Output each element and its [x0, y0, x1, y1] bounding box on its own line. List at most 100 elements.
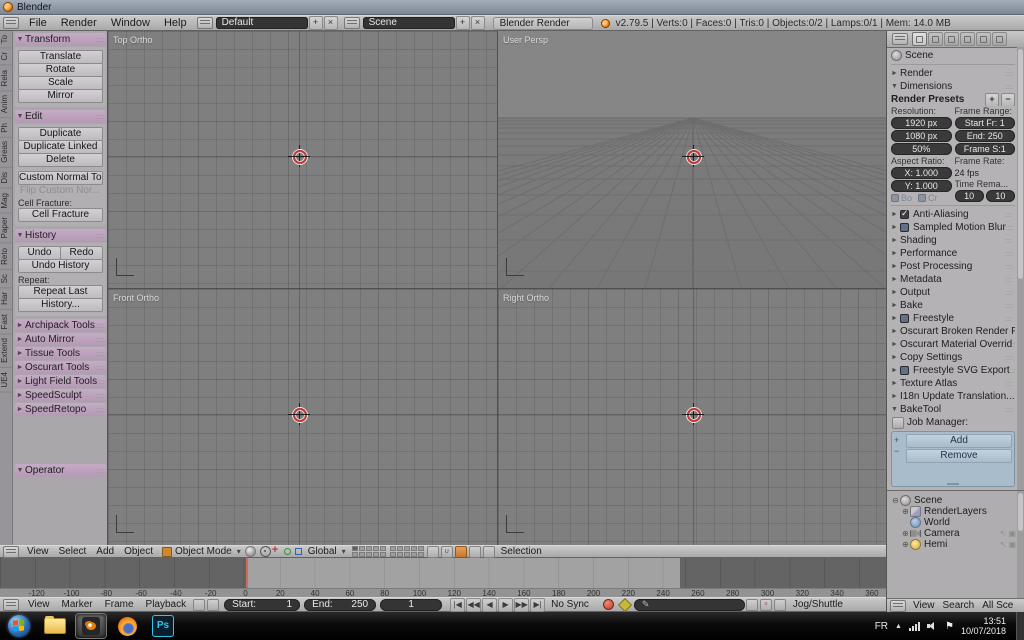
- resolution-y-field[interactable]: 1080 px: [891, 130, 952, 142]
- panel-grip-icon[interactable]: [96, 111, 106, 122]
- aspect-x-field[interactable]: X: 1.000: [891, 167, 952, 179]
- expander-icon[interactable]: ⊕: [901, 529, 910, 538]
- panel-grip-icon[interactable]: [1005, 404, 1015, 415]
- panel-grip-icon[interactable]: [96, 390, 106, 401]
- keying-set-icon[interactable]: [618, 597, 632, 611]
- outliner-row[interactable]: ⊖ Scene ↖ ▣: [889, 495, 1016, 506]
- insert-keyframe-icon[interactable]: [746, 599, 758, 611]
- repeat-last-button[interactable]: Repeat Last: [18, 285, 103, 299]
- edit-tool-button[interactable]: Duplicate: [18, 127, 103, 141]
- edit-tool-button[interactable]: Duplicate Linked: [18, 140, 103, 154]
- resolution-x-field[interactable]: 1920 px: [891, 117, 952, 129]
- prev-keyframe-button[interactable]: ◀◀: [466, 598, 481, 612]
- panel-header-history[interactable]: ▼ History: [15, 229, 106, 242]
- custom-normal-button[interactable]: Custom Normal To...: [18, 171, 103, 185]
- cursor-3d[interactable]: [682, 145, 704, 167]
- add-preset-button[interactable]: +: [985, 93, 999, 106]
- cell-fracture-button[interactable]: Cell Fracture: [18, 208, 103, 222]
- delete-layout-button[interactable]: ×: [324, 16, 338, 30]
- timeline-menu[interactable]: View: [22, 599, 56, 610]
- tool-shelf-tab[interactable]: Rela: [0, 66, 12, 91]
- panel-grip-icon[interactable]: [96, 320, 106, 331]
- timeline-canvas[interactable]: [0, 558, 886, 588]
- addon-panel-header[interactable]: ► Auto Mirror: [15, 333, 106, 346]
- panel-grip-icon[interactable]: [1005, 261, 1015, 272]
- outliner-row[interactable]: ⊕ Camera ↖ ▣: [889, 528, 1016, 539]
- viewport-shading-icon[interactable]: [245, 546, 256, 557]
- tool-shelf-tab[interactable]: Dis: [0, 168, 12, 189]
- jog-icon[interactable]: [774, 599, 786, 611]
- delete-scene-button[interactable]: ×: [471, 16, 485, 30]
- timeline-menu[interactable]: Marker: [56, 599, 99, 610]
- panel-grip-icon[interactable]: [1005, 81, 1015, 92]
- panel-grip-icon[interactable]: [1005, 68, 1015, 79]
- viewport-top-ortho[interactable]: Top Ortho: [108, 31, 497, 288]
- clock[interactable]: 13:51 10/07/2018: [961, 616, 1006, 636]
- sync-select[interactable]: No Sync: [545, 599, 595, 610]
- viewport-divider[interactable]: [108, 288, 886, 289]
- resize-handle[interactable]: [947, 483, 959, 485]
- transform-orientation-select[interactable]: Global ▾: [304, 546, 350, 557]
- play-button[interactable]: ▶: [498, 598, 513, 612]
- render-toggle-icon[interactable]: ▣: [1008, 529, 1016, 538]
- cursor-3d[interactable]: [288, 403, 310, 425]
- language-indicator[interactable]: FR: [875, 621, 888, 632]
- properties-panel-header[interactable]: ► Freestyle SVG Export: [891, 364, 1015, 377]
- properties-panel-header[interactable]: ► Metadata: [891, 273, 1015, 286]
- menubar-menu[interactable]: Help: [157, 17, 194, 29]
- panel-grip-icon[interactable]: [96, 404, 106, 415]
- properties-panel-header[interactable]: ► Sampled Motion Blur: [891, 221, 1015, 234]
- panel-grip-icon[interactable]: [96, 362, 106, 373]
- time-remap-old-field[interactable]: 10: [955, 190, 984, 202]
- render-opengl-icon[interactable]: [483, 546, 495, 558]
- window-titlebar[interactable]: Blender: [0, 0, 1024, 15]
- start-button[interactable]: [8, 615, 30, 637]
- viewport-user-persp[interactable]: User Persp: [498, 31, 886, 288]
- render-anim-icon[interactable]: [469, 546, 481, 558]
- preview-range-icon[interactable]: [193, 599, 205, 611]
- properties-panel-header[interactable]: ► Output: [891, 286, 1015, 299]
- timeline-menu[interactable]: Playback: [140, 599, 193, 610]
- outliner-row[interactable]: ⊕ RenderLayers ↖ ▣: [889, 506, 1016, 517]
- panel-header-operator[interactable]: ▼ Operator: [15, 464, 106, 477]
- expander-icon[interactable]: ⊖: [891, 496, 900, 505]
- tool-shelf-tab[interactable]: Har: [0, 288, 12, 310]
- render-engine-select[interactable]: Blender Render: [493, 17, 593, 30]
- properties-tab-render-layers[interactable]: [928, 32, 943, 46]
- panel-grip-icon[interactable]: [1005, 209, 1015, 220]
- view3d-menu[interactable]: Add: [91, 546, 119, 557]
- history-button[interactable]: History...: [18, 298, 103, 312]
- selectable-toggle-icon[interactable]: ↖: [1000, 529, 1007, 538]
- panel-checkbox[interactable]: [900, 223, 909, 232]
- job-manager-listbox[interactable]: +− Add Remove: [891, 431, 1015, 487]
- border-checkbox[interactable]: Bo: [891, 193, 912, 203]
- addon-panel-header[interactable]: ► SpeedRetopo: [15, 403, 106, 416]
- panel-grip-icon[interactable]: [1010, 365, 1015, 376]
- mode-select[interactable]: Object Mode ▾: [158, 546, 245, 557]
- properties-panel-header[interactable]: ► I18n Update Translation...: [891, 390, 1015, 403]
- panel-grip-icon[interactable]: [96, 230, 106, 241]
- volume-icon[interactable]: [927, 621, 938, 631]
- panel-grip-icon[interactable]: [96, 334, 106, 345]
- timeline-menu[interactable]: Frame: [99, 599, 140, 610]
- screen-layout-icon[interactable]: [197, 17, 213, 29]
- transform-tool-button[interactable]: Mirror: [18, 89, 103, 103]
- properties-tab-object[interactable]: [976, 32, 991, 46]
- properties-panel-header[interactable]: ► Oscurart Broken Render Fi: [891, 325, 1015, 338]
- view3d-menu[interactable]: Object: [119, 546, 158, 557]
- view3d-menu[interactable]: Select: [54, 546, 92, 557]
- properties-scrollbar[interactable]: [1017, 47, 1024, 490]
- add-scene-button[interactable]: +: [456, 16, 470, 30]
- manipulator-rotate-icon[interactable]: [283, 547, 292, 556]
- properties-tab-world[interactable]: [960, 32, 975, 46]
- properties-tab-texture[interactable]: [992, 32, 1007, 46]
- addon-panel-header[interactable]: ► Light Field Tools: [15, 375, 106, 388]
- active-keyingset-field[interactable]: ✎: [634, 599, 745, 611]
- panel-grip-icon[interactable]: [1005, 274, 1015, 285]
- selection-label[interactable]: Selection: [496, 546, 547, 557]
- undo-history-button[interactable]: Undo History: [18, 259, 103, 273]
- tool-shelf-tab[interactable]: Sc: [0, 270, 12, 288]
- add-layout-button[interactable]: +: [309, 16, 323, 30]
- fps-select[interactable]: 24 fps: [955, 167, 1016, 179]
- manipulator-scale-icon[interactable]: [294, 547, 303, 556]
